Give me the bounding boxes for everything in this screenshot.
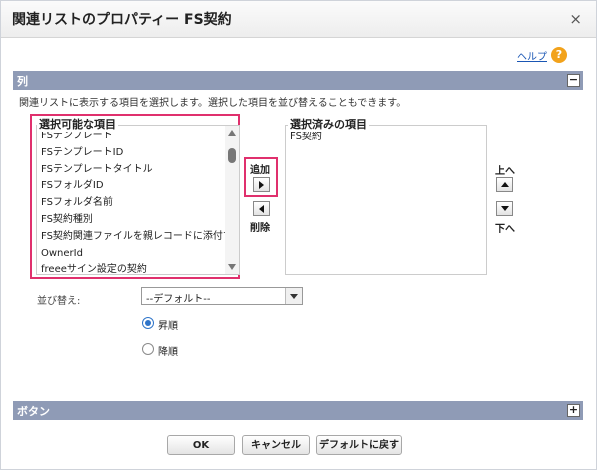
- chevron-down-icon[interactable]: [285, 288, 302, 304]
- related-list-properties-dialog: 関連リストのプロパティー FS契約 × ヘルプ ? 列 − 関連リストに表示する…: [0, 0, 597, 470]
- move-down-label: 下へ: [495, 224, 515, 235]
- columns-section-header: 列 −: [13, 71, 583, 90]
- move-up-button[interactable]: [496, 177, 513, 192]
- sort-select-value: --デフォルト--: [146, 294, 211, 305]
- sort-select[interactable]: --デフォルト--: [141, 287, 303, 305]
- add-button[interactable]: [253, 177, 270, 192]
- scroll-up-arrow-icon[interactable]: [228, 130, 236, 136]
- list-item[interactable]: FSフォルダ名前: [37, 195, 239, 212]
- move-down-button[interactable]: [496, 201, 513, 216]
- collapse-icon[interactable]: −: [567, 74, 580, 87]
- remove-button[interactable]: [253, 201, 270, 216]
- ok-button[interactable]: OK: [167, 435, 235, 455]
- move-up-label: 上へ: [495, 166, 515, 177]
- restore-default-button[interactable]: デフォルトに戻す: [316, 435, 402, 455]
- remove-label: 削除: [250, 223, 270, 234]
- cancel-button[interactable]: キャンセル: [242, 435, 310, 455]
- available-fields-title: 選択可能な項目: [37, 116, 118, 132]
- descending-radio[interactable]: [142, 343, 154, 355]
- list-item[interactable]: FS契約関連ファイルを親レコードに添付する: [37, 229, 239, 246]
- dialog-title: 関連リストのプロパティー FS契約: [12, 12, 232, 28]
- right-arrow-icon: [259, 181, 264, 189]
- up-arrow-icon: [501, 182, 509, 187]
- ascending-label: 昇順: [158, 321, 178, 332]
- list-item[interactable]: FSテンプレートID: [37, 145, 239, 162]
- available-scrollbar[interactable]: [225, 126, 239, 274]
- left-arrow-icon: [259, 205, 264, 213]
- help-icon[interactable]: ?: [551, 47, 567, 63]
- list-item[interactable]: FSテンプレートタイトル: [37, 162, 239, 179]
- help-link[interactable]: ヘルプ: [517, 48, 547, 63]
- list-item[interactable]: FSフォルダID: [37, 178, 239, 195]
- close-icon[interactable]: ×: [569, 10, 582, 28]
- down-arrow-icon: [501, 206, 509, 211]
- selected-fields-list[interactable]: FS契約: [285, 125, 487, 275]
- columns-section-label: 列: [17, 75, 28, 88]
- add-label: 追加: [250, 165, 270, 176]
- scroll-thumb[interactable]: [228, 148, 236, 163]
- ascending-radio[interactable]: [142, 317, 154, 329]
- sort-label: 並び替え:: [37, 296, 81, 307]
- buttons-section-header: ボタン +: [13, 401, 583, 420]
- dialog-titlebar: 関連リストのプロパティー FS契約 ×: [1, 1, 596, 38]
- scroll-down-arrow-icon[interactable]: [228, 264, 236, 270]
- list-item[interactable]: freeeサイン設定の契約: [37, 262, 239, 274]
- expand-icon[interactable]: +: [567, 404, 580, 417]
- buttons-section-label: ボタン: [17, 405, 50, 418]
- columns-description: 関連リストに表示する項目を選択します。選択した項目を並び替えることもできます。: [19, 98, 407, 109]
- list-item[interactable]: FS契約種別: [37, 212, 239, 229]
- list-item[interactable]: OwnerId: [37, 246, 239, 263]
- descending-label: 降順: [158, 347, 178, 358]
- available-fields-list[interactable]: FSテンプレート FSテンプレートID FSテンプレートタイトル FSフォルダI…: [36, 125, 240, 275]
- selected-fields-title: 選択済みの項目: [288, 116, 369, 132]
